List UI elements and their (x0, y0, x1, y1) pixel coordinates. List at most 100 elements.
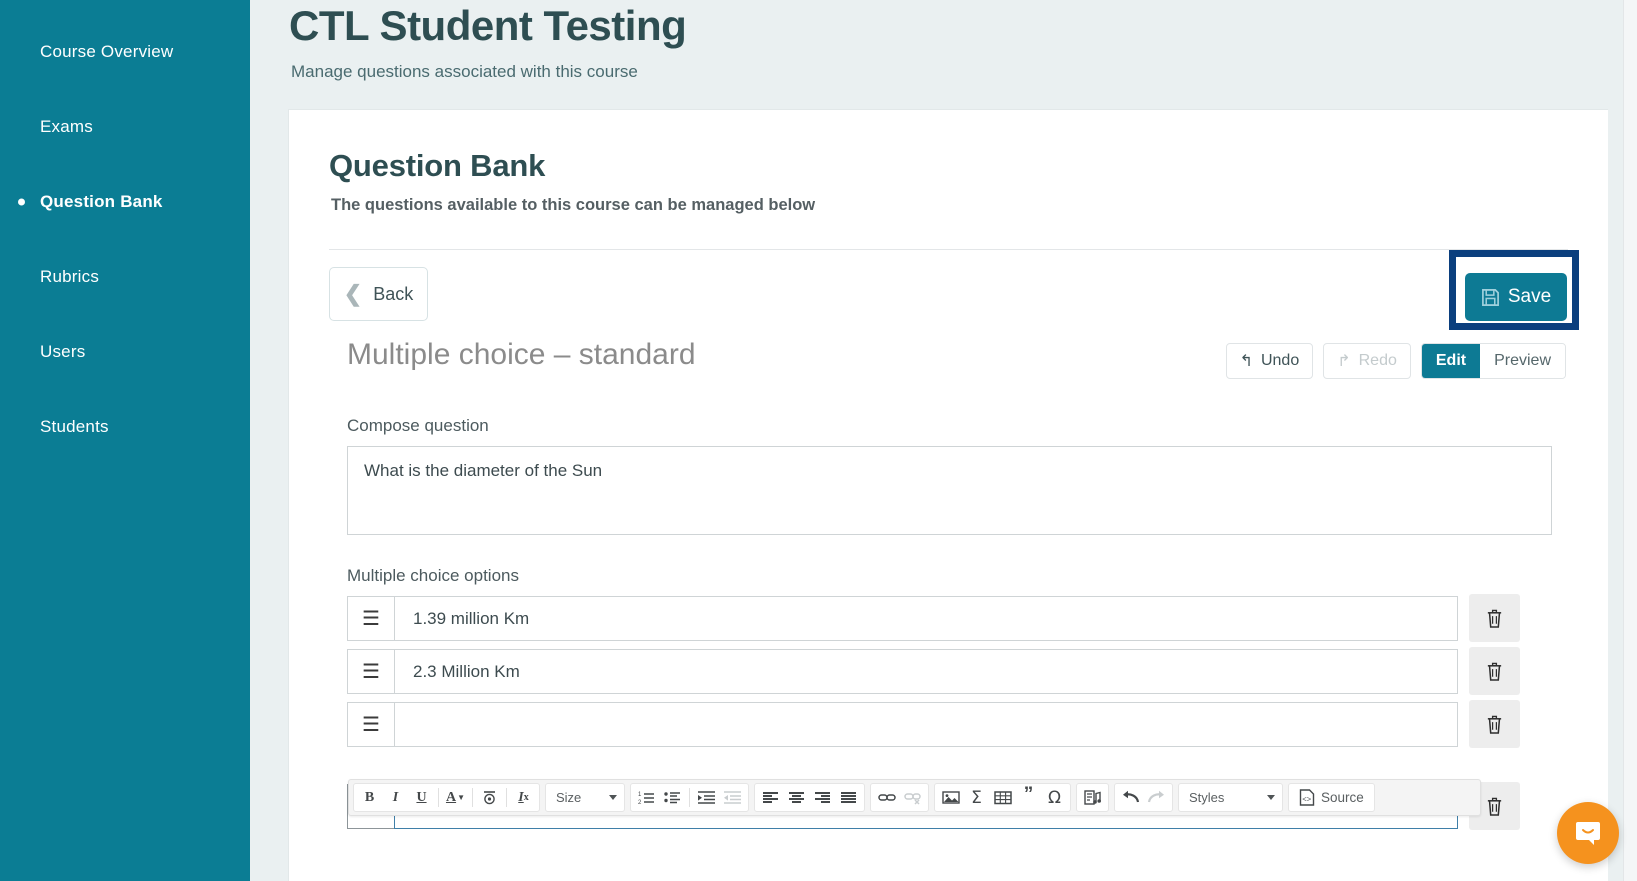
underline-icon[interactable]: U (409, 785, 434, 810)
redo-arrow-icon: ↱ (1337, 353, 1351, 370)
chevron-down-icon (1267, 795, 1275, 800)
align-right-icon[interactable] (810, 785, 835, 810)
decrease-indent-icon[interactable] (720, 785, 745, 810)
save-button[interactable]: Save (1465, 273, 1567, 321)
sidebar-item-label: Question Bank (40, 192, 163, 211)
sidebar: Course Overview Exams Question Bank Rubr… (0, 0, 250, 881)
option-input[interactable]: 1.39 million Km (394, 596, 1458, 641)
trash-icon (1487, 609, 1502, 628)
toolbar-group-lists: 1 2 (630, 783, 749, 812)
option-input[interactable] (394, 702, 1458, 747)
option-row: ☰ 2.3 Million Km (347, 647, 1550, 695)
undo-button[interactable]: ↰ Undo (1225, 343, 1314, 379)
toolbar-separator (506, 788, 507, 807)
toolbar-group-insert: Σ ” Ω (934, 783, 1071, 812)
toolbar-group-basic-styles: B I U A ▼ Ix (353, 783, 540, 812)
sidebar-item-students[interactable]: Students (0, 405, 250, 449)
special-character-icon[interactable]: Ω (1042, 785, 1067, 810)
back-button[interactable]: ❮ Back (329, 267, 428, 321)
redo-button-label: Redo (1358, 352, 1397, 369)
font-size-label: Size (556, 790, 582, 805)
option-row: ☰ (347, 700, 1550, 748)
drag-handle-icon[interactable]: ☰ (347, 649, 394, 694)
page-subtitle: Manage questions associated with this co… (291, 62, 638, 81)
undo-icon[interactable] (1118, 785, 1143, 810)
unlink-icon[interactable] (900, 785, 925, 810)
bulleted-list-icon[interactable] (660, 785, 685, 810)
sidebar-item-label: Users (40, 342, 86, 361)
option-input[interactable]: 2.3 Million Km (394, 649, 1458, 694)
editor-controls: ↰ Undo ↱ Redo Edit Preview (1225, 343, 1566, 379)
redo-icon[interactable] (1144, 785, 1169, 810)
bold-icon[interactable]: B (357, 785, 382, 810)
source-button[interactable]: <> Source (1288, 783, 1375, 812)
floppy-disk-icon (1481, 288, 1499, 306)
media-embed-icon[interactable] (1080, 785, 1105, 810)
undo-button-label: Undo (1260, 352, 1300, 369)
save-button-label: Save (1507, 286, 1552, 307)
font-size-select[interactable]: Size (545, 783, 625, 812)
italic-icon[interactable]: I (383, 785, 408, 810)
toolbar-separator (438, 788, 439, 807)
sidebar-item-question-bank[interactable]: Question Bank (0, 180, 250, 224)
card-title: Question Bank (329, 148, 546, 183)
blockquote-icon[interactable]: ” (1016, 785, 1041, 810)
remove-format-icon[interactable]: Ix (511, 785, 536, 810)
trash-icon (1487, 715, 1502, 734)
question-type-title: Multiple choice – standard (347, 338, 696, 371)
option-row: ☰ 1.39 million Km (347, 594, 1550, 642)
delete-option-button[interactable] (1469, 647, 1520, 695)
page-title: CTL Student Testing (289, 2, 687, 49)
source-code-icon: <> (1299, 789, 1315, 806)
multiple-choice-options-label: Multiple choice options (347, 566, 519, 585)
image-icon[interactable] (938, 785, 963, 810)
numbered-list-icon[interactable]: 1 2 (634, 785, 659, 810)
svg-text:2: 2 (638, 800, 642, 806)
trash-icon (1487, 797, 1502, 816)
toolbar-separator (689, 788, 690, 807)
chevron-down-icon (609, 795, 617, 800)
sidebar-gutter (250, 0, 289, 881)
sidebar-item-label: Students (40, 417, 109, 436)
math-sigma-icon[interactable]: Σ (964, 785, 989, 810)
compose-question-value: What is the diameter of the Sun (364, 461, 603, 480)
styles-select[interactable]: Styles (1178, 783, 1283, 812)
action-row: ❮ Back Save (329, 250, 1579, 336)
background-color-icon[interactable] (477, 785, 502, 810)
sidebar-item-exams[interactable]: Exams (0, 105, 250, 149)
table-icon[interactable] (990, 785, 1015, 810)
save-button-highlight: Save (1449, 250, 1579, 330)
link-icon[interactable] (874, 785, 899, 810)
toolbar-group-links (870, 783, 929, 812)
vertical-scrollbar[interactable] (1623, 0, 1637, 881)
sidebar-item-course-overview[interactable]: Course Overview (0, 30, 250, 74)
sidebar-item-label: Course Overview (40, 42, 174, 61)
chevron-left-icon: ❮ (343, 281, 363, 306)
active-bullet-icon (18, 198, 25, 206)
rich-text-toolbar: B I U A ▼ Ix Size 1 2 Σ ” Ω Styles <> So… (348, 779, 1481, 816)
trash-icon (1487, 662, 1502, 681)
toolbar-group-media (1076, 783, 1109, 812)
card-inner: Question Bank The questions available to… (289, 110, 1608, 830)
compose-question-input[interactable]: What is the diameter of the Sun (347, 446, 1552, 535)
tab-edit[interactable]: Edit (1421, 344, 1481, 378)
text-color-icon[interactable]: A ▼ (443, 785, 468, 810)
align-center-icon[interactable] (784, 785, 809, 810)
drag-handle-icon[interactable]: ☰ (347, 596, 394, 641)
sidebar-item-rubrics[interactable]: Rubrics (0, 255, 250, 299)
svg-text:1: 1 (638, 792, 642, 798)
align-justify-icon[interactable] (836, 785, 861, 810)
svg-text:<>: <> (1302, 797, 1312, 805)
delete-option-button[interactable] (1469, 594, 1520, 642)
question-form: Compose question What is the diameter of… (329, 416, 1568, 830)
styles-select-label: Styles (1189, 790, 1225, 805)
redo-button[interactable]: ↱ Redo (1323, 343, 1411, 379)
sidebar-item-users[interactable]: Users (0, 330, 250, 374)
increase-indent-icon[interactable] (694, 785, 719, 810)
option-value: 1.39 million Km (413, 608, 530, 628)
drag-handle-icon[interactable]: ☰ (347, 702, 394, 747)
tab-preview[interactable]: Preview (1480, 344, 1565, 378)
delete-option-button[interactable] (1469, 700, 1520, 748)
align-left-icon[interactable] (758, 785, 783, 810)
intercom-chat-launcher[interactable] (1557, 802, 1619, 864)
